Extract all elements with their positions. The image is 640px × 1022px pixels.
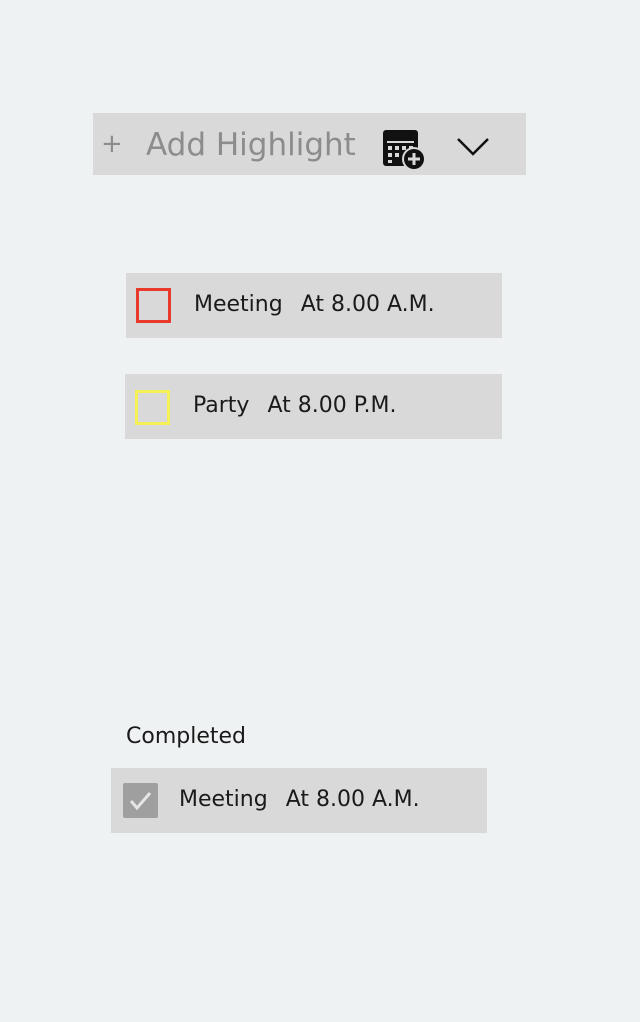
- task-checkbox[interactable]: [136, 288, 171, 323]
- task-time: At 8.00 A.M.: [285, 787, 420, 812]
- task-title: Meeting: [179, 787, 268, 812]
- plus-icon[interactable]: +: [101, 126, 123, 162]
- task-time: At 8.00 A.M.: [300, 292, 435, 317]
- calendar-add-icon: [383, 130, 426, 171]
- add-highlight-input[interactable]: Add Highlight: [146, 124, 356, 166]
- completed-task-item[interactable]: Meeting At 8.00 A.M.: [111, 768, 487, 833]
- task-item[interactable]: Party At 8.00 P.M.: [125, 374, 502, 439]
- checkmark-icon: [129, 792, 152, 811]
- chevron-down-icon: [457, 138, 489, 156]
- task-checkbox-checked[interactable]: [123, 783, 158, 818]
- completed-heading: Completed: [126, 724, 246, 749]
- task-item[interactable]: Meeting At 8.00 A.M.: [126, 273, 502, 338]
- expand-button[interactable]: [455, 132, 491, 160]
- task-title: Party: [193, 393, 250, 418]
- calendar-add-button[interactable]: [381, 127, 429, 173]
- task-time: At 8.00 P.M.: [267, 393, 397, 418]
- task-title: Meeting: [194, 292, 283, 317]
- task-checkbox[interactable]: [135, 390, 170, 425]
